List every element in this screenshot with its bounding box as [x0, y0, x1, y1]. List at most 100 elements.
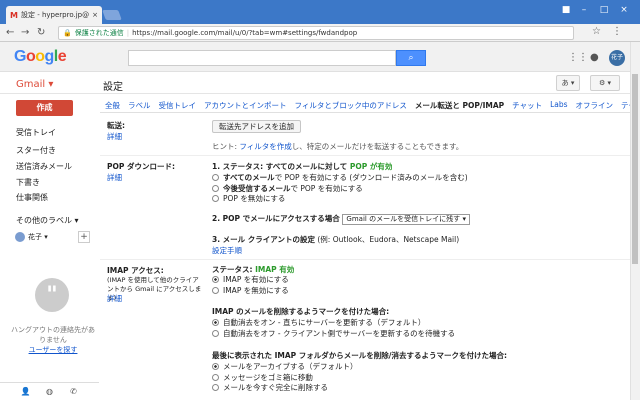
- add-forwarding-address-button[interactable]: 転送先アドレスを追加: [212, 120, 301, 133]
- popopts-option[interactable]: すべてのメールで POP を有効にする (ダウンロード済みのメールを含む): [212, 172, 468, 183]
- imap-status-value: IMAP 有効: [255, 265, 295, 274]
- gmail-menu[interactable]: Gmail ▾: [16, 79, 53, 90]
- sidebar-bottom-tabs: 👤 ◍ ✆: [0, 382, 99, 400]
- browser-toolbar: ← → ↻ 🔒 保護された通信 | https://mail.google.co…: [0, 24, 640, 42]
- radio-button[interactable]: [212, 384, 219, 391]
- popopts-option[interactable]: POP を無効にする: [212, 193, 285, 204]
- search-input[interactable]: [128, 50, 396, 66]
- menu-icon[interactable]: ⋮: [612, 26, 622, 37]
- radio-button[interactable]: [212, 286, 219, 294]
- apps-grid-icon[interactable]: ⋮⋮: [568, 52, 588, 63]
- back-icon[interactable]: ←: [6, 27, 14, 38]
- settings-tab[interactable]: 全般: [105, 100, 120, 111]
- radio-button[interactable]: [212, 195, 219, 202]
- option-text: メッセージをゴミ箱に移動: [223, 372, 313, 382]
- browser-tab[interactable]: M 設定 - hyperpro.jp@gm ×: [6, 6, 102, 24]
- gmail-favicon-icon: M: [10, 10, 18, 20]
- option-text: メールを今すぐ完全に削除する: [223, 383, 328, 392]
- radio-button[interactable]: [212, 373, 219, 381]
- pop-status: 1. ステータス: すべてのメールに対して POP が有効: [212, 161, 392, 172]
- forwarding-hint: ヒント: フィルタを作成し、特定のメールだけを転送することもできます。: [212, 141, 463, 152]
- sidebar-item[interactable]: その他のラベル ▾: [16, 215, 79, 226]
- hangouts-message: ハングアウトの連絡先がありません: [11, 326, 95, 344]
- settings-tab[interactable]: Labs: [550, 100, 567, 111]
- radio-button[interactable]: [212, 363, 219, 370]
- pop-learn-link[interactable]: 詳細: [107, 172, 122, 183]
- imapenable-option[interactable]: IMAP を有効にする: [212, 274, 289, 285]
- sidebar-item[interactable]: 下書き: [16, 177, 40, 188]
- settings-tabs: 全般 ラベル 受信トレイ アカウントとインポート フィルタとブロック中のアドレス メール転…: [105, 100, 640, 111]
- imapexpunge-option[interactable]: メールを今すぐ完全に削除する: [212, 382, 328, 393]
- phone-icon[interactable]: ✆: [67, 387, 81, 396]
- hangouts-user[interactable]: 花子 ▾: [15, 232, 48, 242]
- tab-close-icon[interactable]: ×: [92, 11, 98, 19]
- settings-gear-button[interactable]: ⚙ ▾: [590, 75, 620, 91]
- reload-icon[interactable]: ↻: [37, 27, 45, 38]
- sub-header: Gmail ▾ 設定 あ ▾ ⚙ ▾: [0, 72, 630, 94]
- pop-access-select[interactable]: Gmail のメールを受信トレイに残す ▾: [342, 214, 471, 225]
- imapdeleted-option[interactable]: 自動消去をオフ - クライアント側でサーバーを更新するのを待機する: [212, 328, 455, 339]
- forwarding-learn-link[interactable]: 詳細: [107, 131, 122, 142]
- logo-letter: G: [14, 48, 26, 65]
- quote-bubble-icon[interactable]: ◍: [43, 387, 57, 396]
- sidebar-item[interactable]: スター付き: [16, 145, 56, 156]
- settings-tab[interactable]: チャット: [512, 100, 542, 111]
- pop-access-label: 2. POP でメールにアクセスする場合: [212, 214, 340, 223]
- radio-button[interactable]: [212, 174, 219, 181]
- new-tab-button[interactable]: [102, 10, 122, 20]
- address-bar[interactable]: 🔒 保護された通信 | https://mail.google.com/mail…: [58, 26, 574, 40]
- imap-label: IMAP アクセス:: [107, 266, 164, 275]
- radio-button[interactable]: [212, 319, 219, 326]
- settings-tab[interactable]: ラベル: [128, 100, 151, 111]
- setup-instructions-link[interactable]: 設定手順: [212, 245, 242, 256]
- google-logo[interactable]: Google: [14, 48, 67, 66]
- imapdeleted-option[interactable]: 自動消去をオン - 直ちにサーバーを更新する（デフォルト）: [212, 317, 425, 328]
- imapenable-option[interactable]: IMAP を無効にする: [212, 285, 289, 296]
- forward-icon[interactable]: →: [21, 27, 29, 38]
- pop-status-value: POP が有効: [349, 162, 393, 171]
- radio-button[interactable]: [212, 329, 219, 337]
- sidebar-item[interactable]: 仕事関係: [16, 192, 48, 203]
- settings-tab[interactable]: アカウントとインポート: [204, 100, 287, 111]
- logo-letter: o: [35, 48, 45, 65]
- search-button[interactable]: ⌕: [396, 50, 426, 66]
- imap-deleted-title: IMAP のメールを削除するようマークを付けた場合:: [212, 307, 390, 316]
- profile-icon[interactable]: ■: [560, 5, 572, 15]
- window-titlebar: M 設定 - hyperpro.jp@gm × ■ – □ ×: [0, 0, 640, 24]
- maximize-button[interactable]: □: [598, 5, 610, 15]
- person-icon[interactable]: 👤: [19, 387, 33, 396]
- pop-client-row: 3. メール クライアントの設定 (例: Outlook、Eudora、Nets…: [212, 234, 459, 245]
- compose-button[interactable]: 作成: [16, 100, 73, 116]
- settings-tab[interactable]: メール転送と POP/IMAP: [415, 100, 504, 111]
- popopts-option[interactable]: 今後受信するメールで POP を有効にする: [212, 183, 363, 194]
- secure-label: 保護された通信: [74, 29, 124, 37]
- settings-tab[interactable]: 受信トレイ: [159, 100, 197, 111]
- hangouts-empty-text: ハングアウトの連絡先がありません ユーザーを探す: [8, 325, 98, 355]
- option-text: IMAP を有効にする: [223, 275, 289, 284]
- scrollbar-thumb[interactable]: [632, 74, 638, 264]
- settings-tab[interactable]: オフライン: [576, 100, 614, 111]
- radio-button[interactable]: [212, 184, 219, 192]
- notifications-icon[interactable]: ●: [590, 52, 599, 63]
- page-title: 設定: [103, 82, 123, 93]
- bookmark-star-icon[interactable]: ☆: [592, 26, 601, 37]
- pop-access-row: 2. POP でメールにアクセスする場合 Gmail のメールを受信トレイに残す…: [212, 213, 471, 225]
- sidebar-item[interactable]: 送信済みメール: [16, 161, 72, 172]
- hint-prefix: ヒント:: [212, 142, 240, 151]
- imapexpunge-option[interactable]: メッセージをゴミ箱に移動: [212, 372, 313, 383]
- account-avatar[interactable]: 花子: [609, 50, 625, 66]
- radio-button[interactable]: [212, 276, 219, 283]
- option-text: で POP を有効にする (ダウンロード済みのメールを含む): [274, 173, 468, 182]
- section-divider: [100, 259, 630, 260]
- create-filter-link[interactable]: フィルタを作成: [239, 142, 291, 151]
- minimize-button[interactable]: –: [578, 5, 590, 15]
- input-tools-button[interactable]: あ ▾: [556, 75, 580, 91]
- settings-tab[interactable]: フィルタとブロック中のアドレス: [295, 100, 407, 111]
- imapexpunge-option[interactable]: メールをアーカイブする（デフォルト）: [212, 361, 358, 372]
- add-contact-button[interactable]: +: [78, 231, 90, 243]
- close-window-button[interactable]: ×: [618, 5, 630, 15]
- hangouts-quote-icon: ": [35, 278, 69, 312]
- sidebar-item[interactable]: 受信トレイ: [16, 127, 56, 138]
- find-people-link[interactable]: ユーザーを探す: [8, 345, 98, 355]
- imap-learn-link[interactable]: 詳細: [107, 293, 122, 304]
